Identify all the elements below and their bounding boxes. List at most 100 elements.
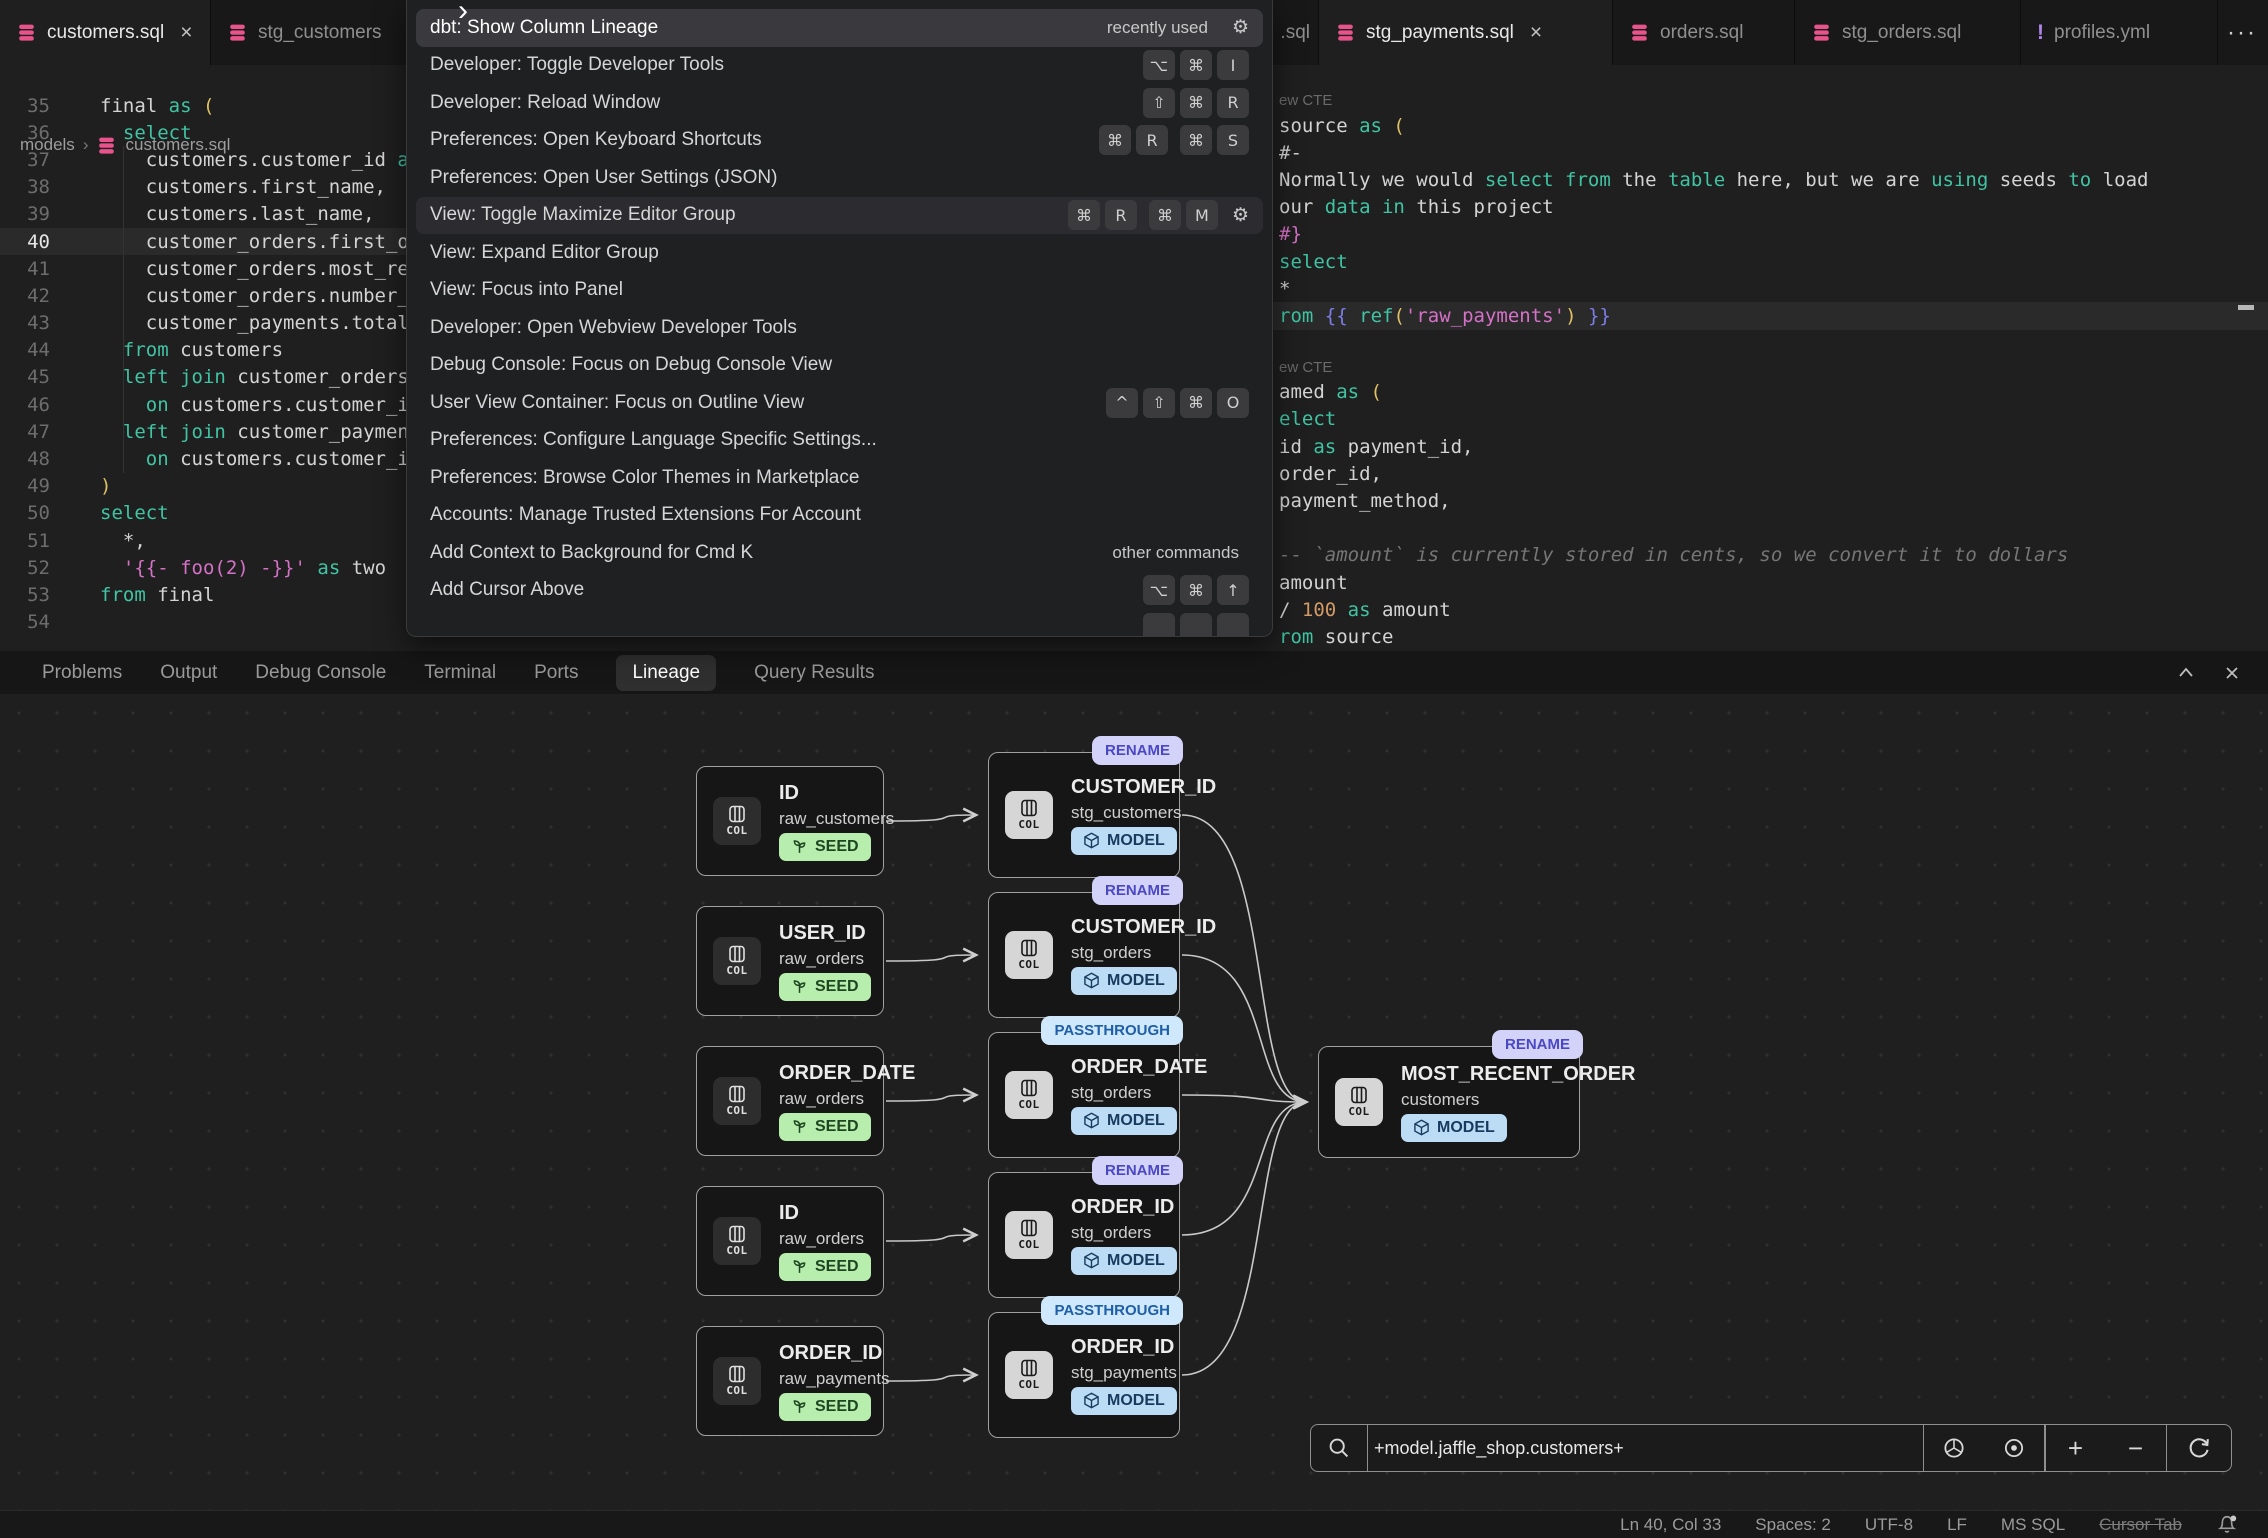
line-number: 38 [0,176,72,198]
panel-tab-query-results[interactable]: Query Results [754,662,874,684]
status-item-utf-8[interactable]: UTF-8 [1865,1515,1913,1535]
lineage-node-stg-customers-customer-id[interactable]: COLCUSTOMER_IDstg_customersMODELRENAME [988,752,1180,878]
editor-tab-profiles-yml[interactable]: !profiles.yml [2021,0,2218,65]
lineage-node-raw-orders-order-date[interactable]: COLORDER_DATEraw_ordersSEED [696,1046,884,1156]
code-line: rom {{ ref('raw_payments') }} [1273,302,2268,329]
panel-tab-debug-console[interactable]: Debug Console [255,662,386,684]
editor-tab-stg-orders-sql[interactable]: stg_orders.sql [1795,0,2021,65]
palette-item-preferences-open-keyboard-shortcuts[interactable]: Preferences: Open Keyboard Shortcuts⌘R⌘S [416,122,1263,160]
code-token: customers.customer_id [169,394,421,416]
code-token [1371,196,1382,218]
status-item-ms-sql[interactable]: MS SQL [2001,1515,2065,1535]
keycap: ⌥ [1143,575,1175,605]
status-item-spaces-2[interactable]: Spaces: 2 [1755,1515,1831,1535]
palette-item-view-expand-editor-group[interactable]: View: Expand Editor Group [416,234,1263,272]
blank-line [1273,330,2268,357]
zoom-in-button[interactable]: + [2046,1425,2106,1471]
line-number: 50 [0,502,72,524]
model-badge: MODEL [1071,827,1177,855]
column-icon: COL [1335,1078,1383,1126]
palette-item-developer-reload-window[interactable]: Developer: Reload Window⇧⌘R [416,84,1263,122]
panel-tab-output[interactable]: Output [160,662,217,684]
palette-item-preferences-open-user-settings-json[interactable]: Preferences: Open User Settings (JSON) [416,159,1263,197]
database-icon [1629,22,1650,43]
code-line: select [1273,248,2268,275]
code-line: / 100 as amount [1273,596,2268,623]
gear-icon[interactable]: ⚙ [1232,16,1249,39]
lineage-node-stg-orders-order-id[interactable]: COLORDER_IDstg_ordersMODELRENAME [988,1172,1180,1298]
palette-item-label: Preferences: Open User Settings (JSON) [430,167,1249,189]
close-tab-icon[interactable]: × [1530,22,1542,43]
editor-tab-customers-sql[interactable]: customers.sql × [0,0,211,65]
status-item-ln-40-col-33[interactable]: Ln 40, Col 33 [1620,1515,1721,1535]
tab-label: customers.sql [47,22,164,44]
palette-item-dbt-show-column-lineage[interactable]: dbt: Show Column Lineagerecently used⚙ [416,9,1263,47]
line-number: 39 [0,203,72,225]
panel-tab-lineage[interactable]: Lineage [616,655,716,691]
code-token: }} [1588,305,1611,327]
palette-item-item[interactable] [416,609,1263,637]
panel-tab-problems[interactable]: Problems [42,662,122,684]
code-line: #- [1273,139,2268,166]
code-line: * [1273,275,2268,302]
column-icon: COL [713,1357,761,1405]
status-bar: Ln 40, Col 33 Spaces: 2 UTF-8 LF MS SQL Curso… [0,1510,2268,1538]
lineage-node-raw-orders-id[interactable]: COLIDraw_ordersSEED [696,1186,884,1296]
close-tab-icon[interactable]: × [180,22,192,43]
chevron-up-icon[interactable] [2176,663,2196,683]
palette-item-preferences-configure-language-specific-settings[interactable]: Preferences: Configure Language Specific… [416,422,1263,460]
panel-tab-ports[interactable]: Ports [534,662,578,684]
code-token: rom [1279,626,1313,648]
code-token: from [100,584,146,606]
palette-item-category: recently used [1107,18,1208,38]
aperture-icon[interactable] [1924,1425,1984,1471]
lineage-node-stg-orders-order-date[interactable]: COLORDER_DATEstg_ordersMODELPASSTHROUGH [988,1032,1180,1158]
palette-item-label: Developer: Reload Window [430,92,1131,114]
lineage-node-raw-payments-order-id[interactable]: COLORDER_IDraw_paymentsSEED [696,1326,884,1436]
palette-item-developer-toggle-developer-tools[interactable]: Developer: Toggle Developer Tools⌥⌘I [416,47,1263,85]
editor-tab-stg-payments-sql[interactable]: stg_payments.sql× [1319,0,1613,65]
palette-item-add-context-to-background-for-cmd-k[interactable]: Add Context to Background for Cmd Kother… [416,534,1263,572]
code-token [1359,381,1370,403]
lineage-node-raw-orders-user-id[interactable]: COLUSER_IDraw_ordersSEED [696,906,884,1016]
palette-item-add-cursor-above[interactable]: Add Cursor Above⌥⌘↑ [416,572,1263,610]
model-badge: MODEL [1071,1247,1177,1275]
lineage-node-raw-customers-id[interactable]: COLIDraw_customersSEED [696,766,884,876]
cube-icon [1083,1392,1100,1409]
lineage-search-input[interactable] [1368,1425,1923,1471]
line-number: 52 [0,557,72,579]
status-item-lf[interactable]: LF [1947,1515,1967,1535]
model-badge: MODEL [1071,1107,1177,1135]
code-token: customers [169,339,283,361]
zoom-out-button[interactable]: − [2106,1425,2166,1471]
palette-item-debug-console-focus-on-debug-console-view[interactable]: Debug Console: Focus on Debug Console Vi… [416,347,1263,385]
keycap [1143,613,1175,637]
keycap: ⌘ [1180,575,1212,605]
palette-item-preferences-browse-color-themes-in-marketplace[interactable]: Preferences: Browse Color Themes in Mark… [416,459,1263,497]
code-line: rom source [1273,623,2268,650]
lineage-node-customers-most-recent-order[interactable]: COLMOST_RECENT_ORDERcustomersMODELRENAME [1318,1046,1580,1158]
close-panel-icon[interactable] [2222,663,2242,683]
palette-item-user-view-container-focus-on-outline-view[interactable]: User View Container: Focus on Outline Vi… [416,384,1263,422]
code-line: payment_method, [1273,487,2268,514]
code-token: ) [100,475,111,497]
bell-icon[interactable] [2216,1514,2238,1536]
eye-target-icon[interactable] [1984,1425,2044,1471]
palette-item-accounts-manage-trusted-extensions-for-account[interactable]: Accounts: Manage Trusted Extensions For … [416,497,1263,535]
panel-tab-terminal[interactable]: Terminal [424,662,496,684]
palette-item-view-toggle-maximize-editor-group[interactable]: View: Toggle Maximize Editor Group⌘R⌘M⚙ [416,197,1263,235]
status-item-cursor-tab[interactable]: Cursor Tab [2099,1515,2182,1535]
lineage-node-stg-orders-customer-id[interactable]: COLCUSTOMER_IDstg_ordersMODELRENAME [988,892,1180,1018]
code-token: amount [1279,572,1348,594]
lineage-canvas[interactable]: COLIDraw_customersSEED COLCUSTOMER_IDstg_… [0,694,2268,1510]
refresh-icon[interactable] [2167,1425,2231,1471]
palette-item-developer-open-webview-developer-tools[interactable]: Developer: Open Webview Developer Tools [416,309,1263,347]
palette-item-view-focus-into-panel[interactable]: View: Focus into Panel [416,272,1263,310]
more-tabs-icon[interactable]: ··· [2216,0,2268,65]
keycap: M [1186,200,1218,230]
editor-tab-orders-sql[interactable]: orders.sql [1613,0,1795,65]
gear-icon[interactable]: ⚙ [1232,204,1249,227]
lineage-node-stg-payments-order-id[interactable]: COLORDER_IDstg_paymentsMODELPASSTHROUGH [988,1312,1180,1438]
node-column-name: CUSTOMER_ID [1071,776,1163,799]
editor-tab-sql[interactable]: .sql [1273,0,1319,65]
